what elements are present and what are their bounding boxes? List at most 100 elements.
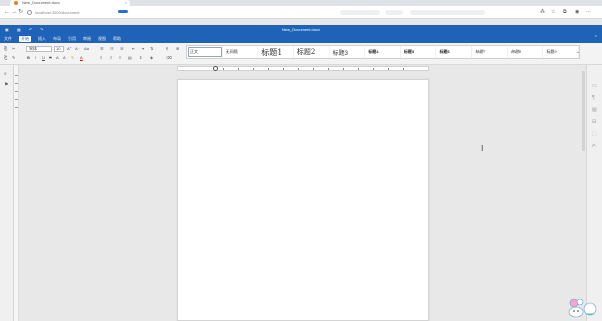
strikethrough-icon[interactable]: S — [49, 55, 52, 60]
ruler-mark — [373, 68, 374, 70]
shading-icon[interactable]: ◈ — [150, 55, 153, 60]
format-painter-icon[interactable]: ✎ — [12, 55, 15, 60]
ruler-mark — [15, 91, 18, 92]
ruler-mark — [253, 68, 254, 70]
align-left-icon[interactable]: ≡ — [100, 55, 102, 60]
extensions-icon[interactable]: ⧉ — [563, 9, 567, 16]
text-cursor-icon: I — [481, 144, 484, 153]
document-page[interactable] — [177, 79, 429, 321]
search-icon[interactable]: ⌕ — [4, 71, 7, 77]
style-heading5[interactable]: 标题5 — [401, 46, 437, 58]
show-marks-icon[interactable]: ¶ — [166, 46, 168, 51]
clear-format-icon[interactable]: ⌫ — [166, 55, 172, 60]
collapse-ribbon-icon[interactable]: ⌃ — [594, 35, 598, 41]
extension-area-2 — [385, 10, 403, 15]
tab-help[interactable]: 帮助 — [113, 36, 121, 42]
justify-icon[interactable]: ▤ — [128, 55, 132, 60]
ruler-mark — [238, 68, 239, 70]
navigation-icon[interactable]: ⚑ — [4, 82, 8, 88]
decrease-indent-icon[interactable]: ⇤ — [132, 46, 135, 51]
increase-indent-icon[interactable]: ⇥ — [141, 46, 144, 51]
paragraph-settings-icon[interactable]: ¶ — [592, 95, 595, 101]
ruler-mark — [15, 107, 18, 108]
style-heading8[interactable]: 标题8 — [508, 46, 544, 58]
vertical-scrollbar[interactable] — [582, 71, 585, 151]
highlight-icon[interactable]: ✎ — [71, 55, 74, 60]
menu-dots-icon[interactable]: ⋯ — [586, 9, 591, 16]
forward-icon[interactable]: → — [11, 9, 17, 16]
tab-review[interactable]: 审阅 — [83, 36, 91, 42]
right-sidebar: ▭ ¶ ▧ ⊟ ⬚ ✍ — [586, 65, 602, 321]
favicon-icon — [14, 1, 18, 5]
borders-icon[interactable]: ⊞ — [176, 46, 179, 51]
extension-area — [340, 10, 380, 15]
address-bar: ← → ↻ localhost:3000/document ⁂ ☆ ⧉ ◉ ⋯ — [0, 6, 602, 19]
superscript-icon[interactable]: A — [56, 55, 59, 60]
tab-title: New_Document.docx — [22, 0, 61, 5]
app-header: ▣ ▦ ↶ ↷ New_Document.docx 文件 开始 插入 布局 引用… — [0, 25, 602, 43]
table-settings-icon[interactable]: ▭ — [592, 83, 597, 89]
style-heading9[interactable]: 标题9 — [543, 46, 580, 58]
url-field[interactable]: localhost:3000/document — [35, 9, 125, 16]
cut-icon[interactable]: ✂ — [12, 46, 15, 51]
italic-icon[interactable]: I — [35, 55, 36, 60]
style-heading4[interactable]: 标题4 — [365, 46, 401, 58]
ruler-mark — [313, 68, 314, 70]
tab-file[interactable]: 文件 — [4, 36, 12, 42]
tab-insert[interactable]: 插入 — [38, 36, 46, 42]
tab-home[interactable]: 开始 — [19, 36, 31, 42]
ruler-mark — [15, 83, 18, 84]
style-heading7[interactable]: 标题7 — [472, 46, 508, 58]
styles-gallery: 正文 无间隔 标题1 标题2 标题3 标题4 标题5 标题6 标题7 标题8 标… — [186, 45, 580, 59]
grow-font-icon[interactable]: A⁺ — [67, 46, 72, 51]
numbering-icon[interactable]: ☷ — [110, 46, 114, 51]
ruler-mark — [15, 75, 18, 76]
shape-settings-icon[interactable]: ⬚ — [592, 131, 597, 137]
font-color-icon[interactable]: A — [80, 55, 83, 60]
styles-expand-icon[interactable]: ⌄ — [576, 49, 580, 55]
sort-icon[interactable]: ⇅ — [150, 46, 153, 51]
font-size-select[interactable]: 10 — [54, 46, 64, 52]
shrink-font-icon[interactable]: A⁻ — [75, 46, 80, 51]
ribbon-toolbar: ⎘ ✂ ⎗ ✎ 宋体 10 A⁺ A⁻ Aa B I U S A A ✎ A ☰… — [0, 43, 602, 65]
align-right-icon[interactable]: ≡ — [119, 55, 121, 60]
multilevel-list-icon[interactable]: ☱ — [120, 46, 124, 51]
style-heading2[interactable]: 标题2 — [294, 46, 330, 58]
mascot-icon — [568, 298, 597, 318]
bold-icon[interactable]: B — [27, 55, 30, 60]
style-heading1[interactable]: 标题1 — [258, 46, 294, 58]
vertical-ruler — [14, 65, 19, 321]
line-spacing-icon[interactable]: ⇕ — [139, 55, 142, 60]
tab-view[interactable]: 视图 — [98, 36, 106, 42]
style-no-spacing[interactable]: 无间隔 — [223, 46, 259, 58]
ribbon-tabs: 文件 开始 插入 布局 引用 审阅 视图 帮助 — [4, 36, 121, 42]
translate-icon[interactable]: ⁂ — [540, 9, 545, 16]
profile-icon[interactable]: ◉ — [575, 9, 579, 16]
indent-marker[interactable] — [213, 66, 218, 71]
tab-references[interactable]: 引用 — [68, 36, 76, 42]
signature-icon[interactable]: ✍ — [592, 143, 596, 149]
underline-icon[interactable]: U — [42, 55, 45, 60]
back-icon[interactable]: ← — [4, 9, 10, 16]
style-heading6[interactable]: 标题6 — [436, 46, 473, 58]
align-center-icon[interactable]: ≡ — [110, 55, 112, 60]
paste-icon[interactable]: ⎗ — [4, 55, 7, 60]
site-info-icon[interactable] — [27, 10, 32, 15]
change-case-icon[interactable]: Aa — [84, 46, 89, 51]
header-footer-icon[interactable]: ⊟ — [592, 119, 596, 125]
ruler-mark — [223, 68, 224, 70]
image-settings-icon[interactable]: ▧ — [592, 107, 597, 113]
tab-layout[interactable]: 布局 — [53, 36, 61, 42]
ruler-mark — [343, 68, 344, 70]
document-title: New_Document.docx — [281, 27, 321, 32]
reload-icon[interactable]: ↻ — [18, 9, 23, 16]
copy-icon[interactable]: ⎘ — [4, 46, 7, 51]
ruler-mark — [358, 68, 359, 70]
font-family-select[interactable]: 宋体 — [26, 46, 52, 52]
star-icon[interactable]: ☆ — [551, 9, 555, 16]
bullets-icon[interactable]: ☰ — [100, 46, 104, 51]
style-heading3[interactable]: 标题3 — [330, 46, 366, 58]
style-normal[interactable]: 正文 — [187, 46, 223, 58]
subscript-icon[interactable]: A — [63, 55, 66, 60]
ruler-mark — [403, 68, 404, 70]
